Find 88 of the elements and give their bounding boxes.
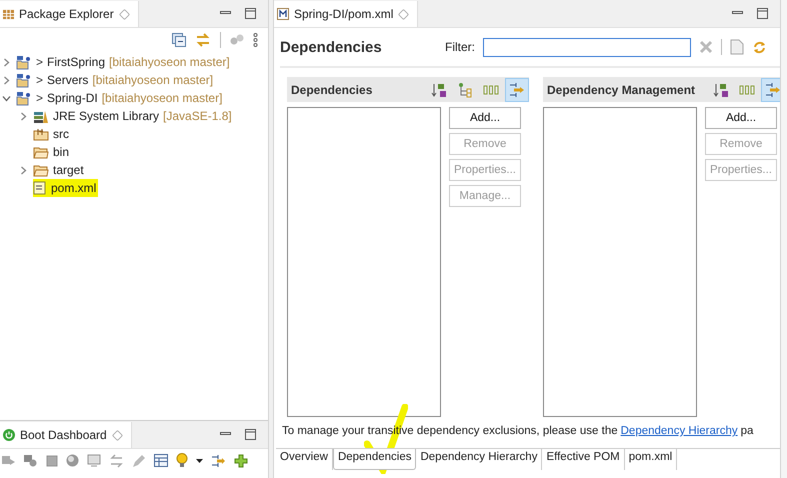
folder-icon — [33, 163, 49, 177]
sort-az-icon — [713, 82, 729, 98]
tree-label: FirstSpring — [47, 55, 106, 69]
action-button[interactable]: Add... — [449, 107, 521, 129]
table-icon[interactable] — [154, 454, 168, 467]
link-arrow-icon — [765, 82, 780, 98]
tree-label: src — [53, 127, 69, 141]
info-text-tail: pa — [740, 425, 754, 437]
document-icon[interactable] — [730, 39, 744, 55]
tree-label: target — [53, 163, 84, 177]
maximize-icon[interactable] — [757, 8, 768, 19]
view-title: Boot Dashboard — [20, 428, 107, 442]
tree-decoration: [bitaiahyoseon master] — [109, 55, 230, 69]
git-prefix: > — [36, 55, 44, 69]
action-button[interactable]: Add... — [705, 107, 777, 129]
section-title: Dependency Management — [547, 82, 696, 96]
maximize-icon[interactable] — [245, 429, 256, 440]
tree-item[interactable]: bin — [33, 143, 72, 161]
monitor-icon[interactable] — [87, 454, 101, 467]
chevron-right-icon[interactable] — [2, 76, 11, 84]
link-arrow-icon — [509, 82, 525, 98]
play-icon[interactable] — [2, 454, 16, 468]
tree-label: pom.xml — [51, 181, 96, 195]
tree-item[interactable]: src — [33, 125, 71, 143]
page-tab[interactable]: Dependencies — [332, 449, 416, 470]
tree-item[interactable]: > FirstSpring [bitaiahyoseon master] — [16, 53, 232, 71]
plus-icon[interactable] — [234, 454, 248, 468]
chevron-right-icon[interactable] — [19, 112, 28, 120]
sort-az-icon — [431, 82, 447, 98]
tree-decoration: [JavaSE-1.8] — [163, 109, 232, 123]
toolbar-button[interactable] — [505, 78, 529, 102]
link-arrows-icon[interactable] — [195, 33, 211, 47]
pencil-icon[interactable] — [132, 454, 146, 468]
chevron-right-icon[interactable] — [19, 166, 28, 174]
toolbar-button[interactable] — [761, 78, 780, 102]
more-icon[interactable] — [253, 33, 258, 47]
git-prefix: > — [36, 73, 44, 87]
page-tab[interactable]: Effective POM — [542, 449, 625, 470]
view-title: Package Explorer — [19, 7, 114, 21]
tree-item[interactable]: JRE System Library [JavaSE-1.8] — [33, 107, 234, 125]
view-tab[interactable]: Boot Dashboard — [0, 422, 132, 448]
arrows-icon[interactable] — [109, 454, 124, 468]
tree-label: JRE System Library — [53, 109, 160, 123]
tree-item[interactable]: > Spring-DI [bitaiahyoseon master] — [16, 89, 224, 107]
chevron-right-icon[interactable] — [2, 58, 11, 66]
collapse-all-icon[interactable] — [172, 33, 186, 47]
tree-label: Spring-DI — [47, 91, 98, 105]
editor-title: Spring-DI/pom.xml — [294, 7, 394, 21]
sphere-icon[interactable] — [66, 454, 79, 467]
dependency-hierarchy-link[interactable]: Dependency Hierarchy — [620, 425, 738, 437]
folder-icon — [33, 145, 49, 159]
gears-icon[interactable] — [230, 34, 244, 46]
page-tab[interactable]: Dependency Hierarchy — [416, 449, 542, 470]
columns-icon — [739, 84, 755, 94]
package-folder-icon — [33, 127, 49, 141]
tree-decoration: [bitaiahyoseon master] — [102, 91, 222, 105]
project-icon — [16, 54, 32, 70]
tree-item[interactable]: target — [33, 161, 86, 179]
form-title: Dependencies — [280, 38, 383, 56]
maven-file-icon — [277, 8, 289, 20]
tree-decoration: [bitaiahyoseon master] — [92, 73, 214, 87]
editor-tab[interactable]: Spring-DI/pom.xml — [274, 1, 418, 27]
filter-label: Filter: — [445, 40, 475, 54]
view-tab[interactable]: Package Explorer — [0, 1, 139, 27]
maximize-icon[interactable] — [245, 8, 256, 19]
tree-label: bin — [53, 145, 70, 159]
books-icon — [33, 109, 49, 123]
chevron-down-icon[interactable] — [2, 94, 11, 102]
refresh-icon[interactable] — [752, 40, 767, 54]
power-icon — [3, 429, 15, 441]
project-icon — [16, 72, 32, 88]
git-prefix: > — [36, 91, 44, 105]
stop-icon[interactable] — [46, 454, 58, 466]
project-icon — [16, 90, 32, 106]
page-tab[interactable]: pom.xml — [624, 449, 678, 470]
tree-item[interactable]: pom.xml — [33, 179, 98, 197]
columns-icon — [483, 84, 499, 94]
tree-label: Servers — [47, 73, 88, 87]
filter-field[interactable] — [483, 38, 691, 56]
tree-item[interactable]: > Servers [bitaiahyoseon master] — [16, 71, 216, 89]
hierarchy-icon — [457, 82, 473, 98]
clear-icon[interactable] — [699, 40, 713, 54]
section-title: Dependencies — [291, 82, 372, 96]
xml-file-icon — [33, 181, 47, 195]
debug-icon[interactable] — [24, 454, 38, 468]
dropdown-caret-icon[interactable] — [196, 458, 203, 462]
lightbulb-icon[interactable] — [176, 453, 188, 468]
link-arrow-icon[interactable] — [211, 454, 226, 468]
